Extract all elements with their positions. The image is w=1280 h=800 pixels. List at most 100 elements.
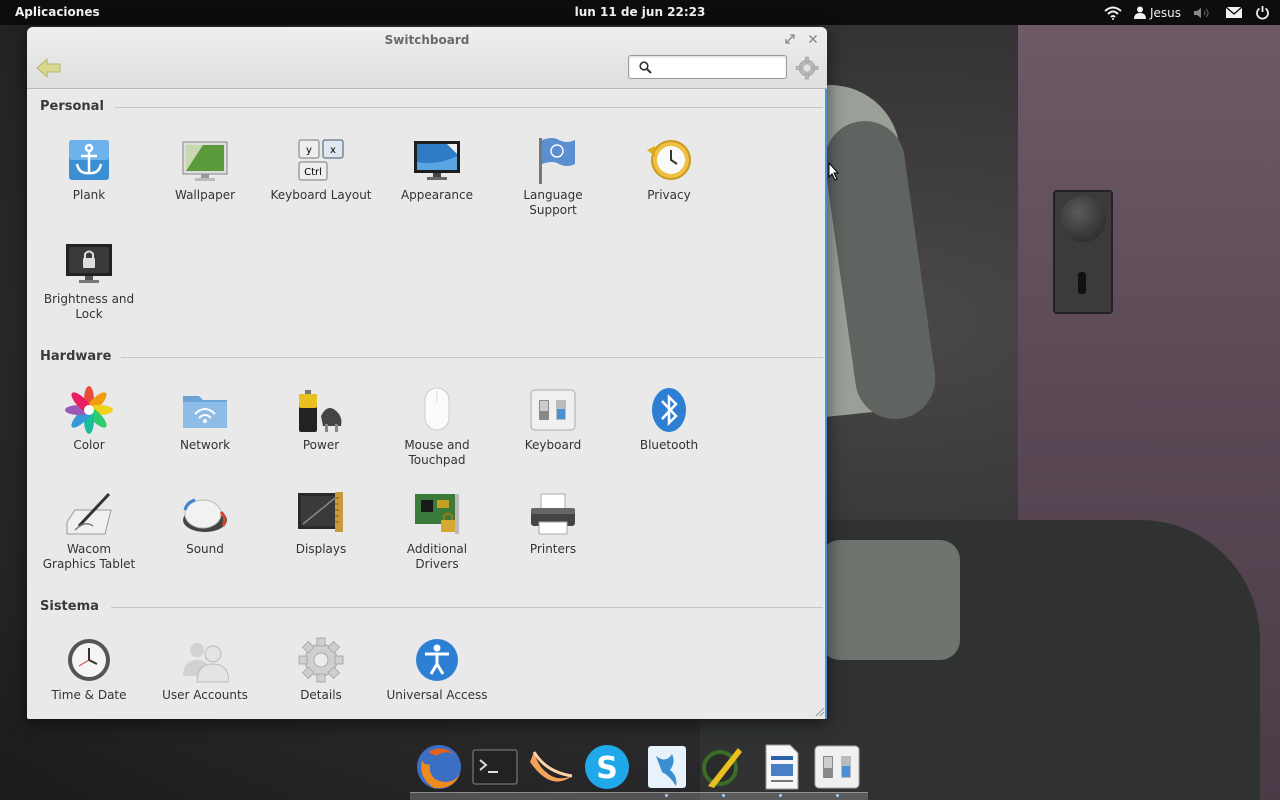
search-icon bbox=[639, 61, 652, 74]
item-label: Mouse and Touchpad bbox=[404, 438, 470, 467]
user-accounts-icon bbox=[183, 643, 229, 683]
user-menu[interactable]: Jesus bbox=[1133, 5, 1181, 20]
item-label: Displays bbox=[295, 542, 347, 556]
search-field[interactable] bbox=[628, 55, 787, 79]
item-time-date[interactable]: Time & Date bbox=[31, 636, 147, 703]
item-label: Printers bbox=[529, 542, 577, 556]
power-icon[interactable] bbox=[1255, 5, 1270, 20]
applications-menu[interactable]: Aplicaciones bbox=[15, 5, 100, 19]
firefox-icon[interactable] bbox=[414, 742, 464, 792]
item-label: Keyboard Layout bbox=[270, 188, 372, 202]
item-label: Privacy bbox=[647, 188, 691, 202]
sound-icon bbox=[183, 498, 227, 532]
globe-pen-icon[interactable] bbox=[698, 742, 748, 792]
settings-content: Personal Plank Wallpaper y x Ctrl Keyboa… bbox=[27, 89, 827, 719]
mouse-cursor-icon bbox=[828, 162, 840, 181]
wallpaper-door-knob bbox=[1060, 196, 1106, 242]
resize-grip[interactable] bbox=[815, 707, 825, 717]
switchboard-icon[interactable] bbox=[812, 742, 862, 792]
scroll-indicator[interactable] bbox=[825, 89, 827, 719]
color-icon bbox=[65, 386, 113, 434]
dock: S bbox=[410, 738, 868, 800]
mouse-icon bbox=[424, 387, 450, 431]
item-bluetooth[interactable]: Bluetooth bbox=[611, 386, 727, 453]
indicator-area: Jesus bbox=[1104, 0, 1270, 25]
terminal-icon[interactable] bbox=[470, 742, 520, 792]
section-divider bbox=[121, 357, 823, 358]
maximize-icon[interactable] bbox=[783, 32, 797, 46]
item-sound[interactable]: Sound bbox=[147, 490, 263, 557]
item-label: Sound bbox=[186, 542, 224, 556]
item-keyboard-layout[interactable]: y x Ctrl Keyboard Layout bbox=[263, 136, 379, 203]
section-header-sistema: Sistema bbox=[40, 599, 99, 614]
titlebar[interactable]: Switchboard bbox=[27, 27, 827, 89]
item-displays[interactable]: Displays bbox=[263, 490, 379, 557]
item-language-support[interactable]: Language Support bbox=[495, 136, 611, 218]
network-folder-icon bbox=[183, 396, 227, 428]
item-label: Power bbox=[302, 438, 340, 452]
item-label: Wacom Graphics Tablet bbox=[42, 542, 136, 571]
skype-icon[interactable]: S bbox=[582, 742, 632, 792]
keyboard-layout-icon: y x Ctrl bbox=[298, 139, 344, 181]
item-label: Color bbox=[73, 438, 105, 452]
clock[interactable]: lun 11 de jun 22:23 bbox=[575, 5, 706, 19]
svg-text:y: y bbox=[306, 145, 312, 156]
details-gear-icon bbox=[298, 637, 344, 683]
item-additional-drivers[interactable]: Additional Drivers bbox=[379, 490, 495, 572]
item-privacy[interactable]: Privacy bbox=[611, 136, 727, 203]
printer-icon bbox=[531, 493, 575, 535]
item-label: Universal Access bbox=[386, 688, 488, 702]
item-mouse-touchpad[interactable]: Mouse and Touchpad bbox=[379, 386, 495, 468]
section-header-personal: Personal bbox=[40, 99, 104, 114]
item-user-accounts[interactable]: User Accounts bbox=[147, 636, 263, 703]
search-input[interactable] bbox=[657, 58, 782, 76]
displays-icon bbox=[298, 492, 343, 532]
item-label: User Accounts bbox=[162, 688, 248, 702]
item-label: Brightness and Lock bbox=[43, 292, 135, 321]
wacom-tablet-icon bbox=[66, 492, 112, 535]
svg-text:x: x bbox=[330, 145, 336, 156]
bird-icon[interactable] bbox=[642, 742, 692, 792]
item-details[interactable]: Details bbox=[263, 636, 379, 703]
plank-anchor-icon bbox=[69, 140, 109, 180]
bluetooth-icon bbox=[652, 388, 686, 432]
item-plank[interactable]: Plank bbox=[31, 136, 147, 203]
language-flag-icon bbox=[539, 138, 575, 184]
wifi-icon[interactable] bbox=[1104, 6, 1122, 20]
privacy-clock-icon bbox=[647, 140, 691, 180]
item-color[interactable]: Color bbox=[31, 386, 147, 453]
top-panel: Aplicaciones lun 11 de jun 22:23 Jesus bbox=[0, 0, 1280, 25]
close-icon[interactable] bbox=[806, 32, 820, 46]
volume-muted-icon[interactable] bbox=[1193, 6, 1213, 20]
item-label: Bluetooth bbox=[639, 438, 699, 452]
drivers-chip-icon bbox=[415, 494, 459, 534]
item-keyboard[interactable]: Keyboard bbox=[495, 386, 611, 453]
wallpaper-keyhole bbox=[1078, 272, 1086, 294]
item-appearance[interactable]: Appearance bbox=[379, 136, 495, 203]
user-name: Jesus bbox=[1149, 5, 1181, 20]
item-label: Wallpaper bbox=[174, 188, 236, 202]
section-divider bbox=[111, 607, 823, 608]
item-wallpaper[interactable]: Wallpaper bbox=[147, 136, 263, 203]
item-network[interactable]: Network bbox=[147, 386, 263, 453]
item-printers[interactable]: Printers bbox=[495, 490, 611, 557]
item-label: Language Support bbox=[523, 188, 583, 217]
settings-gear-icon[interactable] bbox=[795, 56, 819, 80]
dock-shelf bbox=[410, 792, 868, 800]
mail-icon[interactable] bbox=[1225, 6, 1243, 19]
running-indicator bbox=[665, 794, 668, 797]
document-icon[interactable] bbox=[756, 742, 806, 792]
back-button[interactable] bbox=[36, 58, 62, 78]
svg-text:S: S bbox=[596, 751, 618, 786]
appearance-icon bbox=[414, 141, 460, 180]
svg-text:Ctrl: Ctrl bbox=[304, 167, 322, 178]
item-wacom[interactable]: Wacom Graphics Tablet bbox=[31, 490, 147, 572]
citrus-icon[interactable] bbox=[526, 742, 576, 792]
wallpaper-icon bbox=[182, 141, 228, 181]
item-universal-access[interactable]: Universal Access bbox=[379, 636, 495, 703]
switchboard-window: Switchboard Personal Plank Wallpaper y x… bbox=[27, 27, 827, 719]
item-power[interactable]: Power bbox=[263, 386, 379, 453]
item-brightness-lock[interactable]: Brightness and Lock bbox=[31, 240, 147, 322]
power-battery-icon bbox=[299, 390, 342, 432]
clock-icon bbox=[68, 639, 110, 681]
